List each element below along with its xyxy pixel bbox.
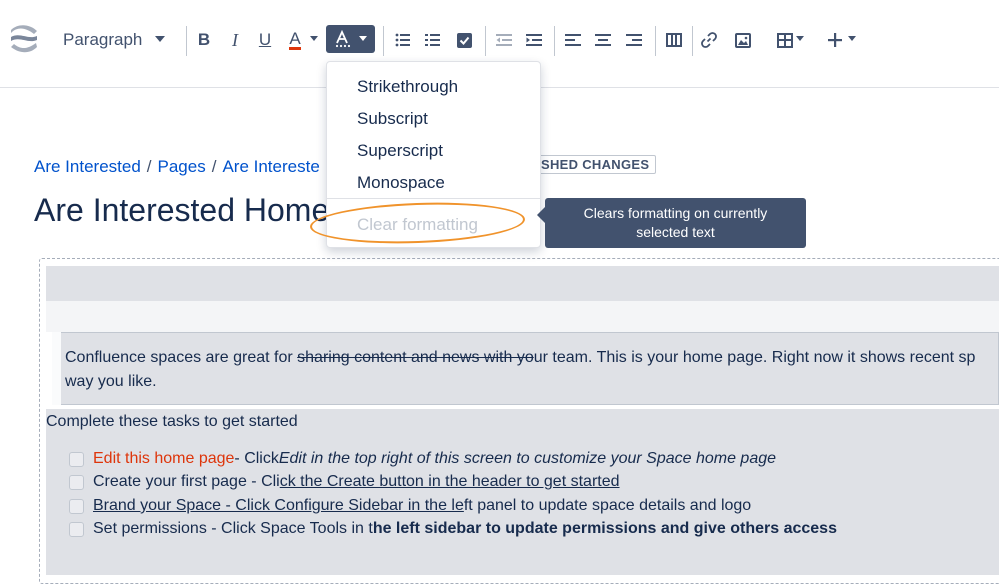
menu-item-subscript[interactable]: Subscript [357,109,428,129]
align-left-icon [565,34,581,46]
italic-button[interactable]: I [228,27,242,53]
outdent-icon [496,34,512,46]
breadcrumb-separator: / [146,157,152,176]
insert-more-button[interactable] [827,27,843,53]
toolbar-divider [186,26,187,56]
menu-divider [327,198,540,199]
task-text[interactable]: ck the Create button in the header to ge… [280,473,620,491]
align-center-button[interactable] [595,27,611,53]
more-formatting-icon [335,30,351,48]
bullet-list-icon [395,33,410,47]
breadcrumb: Are Interested / Pages / Are Intereste [34,157,320,177]
align-left-button[interactable] [565,27,581,53]
toolbar-divider [692,26,693,56]
task-item: Set permissions - Click Space Tools in t… [69,518,837,540]
numbered-list-icon [425,34,440,46]
link-button[interactable] [701,27,717,53]
bullet-list-button[interactable] [395,27,411,53]
tooltip: Clears formatting on currently selected … [545,198,806,248]
content-header-band [46,266,999,301]
underline-button[interactable]: U [257,27,273,53]
numbered-list-button[interactable] [425,27,441,53]
menu-item-monospace[interactable]: Monospace [357,173,445,193]
more-formatting-button[interactable] [326,25,375,53]
task-text[interactable]: - Click [234,450,278,468]
toolbar-divider [554,26,555,56]
toolbar-divider [383,26,384,56]
task-list-button[interactable] [456,27,472,53]
align-right-button[interactable] [626,27,642,53]
intro-text: way you like. [65,373,157,390]
align-right-icon [626,34,642,46]
page-layout-button[interactable] [665,27,682,53]
task-item: Create your first page - Cli ck the Creat… [69,471,620,493]
image-button[interactable] [735,27,751,53]
table-icon [777,32,793,48]
content-spacer-band [46,301,999,332]
paragraph-style-select[interactable]: Paragraph [63,30,142,50]
task-checkbox[interactable] [69,521,84,537]
task-checkbox[interactable] [69,498,84,514]
breadcrumb-item[interactable]: Are Intereste [222,157,319,176]
chevron-down-icon[interactable] [796,36,804,41]
task-text[interactable]: Create your first page - Cli [93,473,280,491]
task-checkbox[interactable] [69,474,84,490]
tasks-heading[interactable]: Complete these tasks to get started [46,413,298,431]
task-item: Edit this home page - Click Edit in the … [69,448,776,470]
task-text[interactable]: Edit this home page [93,450,234,468]
text-color-label: A [289,28,301,50]
bold-button[interactable]: B [196,27,212,53]
intro-text: ur team. This is your home page. Right n… [533,349,976,366]
indent-button[interactable] [526,27,542,53]
task-text[interactable]: he left sidebar to update permissions an… [373,520,837,538]
task-text[interactable]: ft panel to update space details and log… [464,497,751,515]
tooltip-arrow [537,207,545,223]
page-layout-icon [665,33,682,47]
chevron-down-icon[interactable] [848,36,856,41]
task-text[interactable]: Set permissions - Click Space Tools in t [93,520,373,538]
indent-icon [526,34,542,46]
chevron-down-icon [359,36,367,41]
menu-item-superscript[interactable]: Superscript [357,141,443,161]
table-button[interactable] [777,27,793,53]
task-text[interactable]: Brand your Space - Click Configure Sideb… [93,497,464,515]
confluence-logo[interactable] [8,24,40,56]
insert-more-icon [828,33,842,47]
text-color-button[interactable]: A [286,27,304,53]
menu-item-strikethrough[interactable]: Strikethrough [357,77,458,97]
chevron-down-icon[interactable] [310,36,318,41]
link-icon [701,32,717,48]
tooltip-text: selected text [636,224,715,240]
breadcrumb-item[interactable]: Pages [158,157,206,176]
toolbar-divider [655,26,656,56]
intro-strikethrough-text: sharing content and news with yo [297,349,534,366]
task-text[interactable]: Edit in the top right of this screen to … [279,450,776,468]
image-icon [735,32,751,48]
breadcrumb-item[interactable]: Are Interested [34,157,141,176]
tooltip-text: Clears formatting on currently [583,205,768,221]
toolbar-divider [485,26,486,56]
outdent-button[interactable] [496,27,512,53]
task-checkbox[interactable] [69,451,84,467]
info-panel-accent [52,332,61,405]
breadcrumb-separator: / [211,157,217,176]
align-center-icon [595,34,611,46]
task-list-icon [456,32,472,48]
intro-text: Confluence spaces are great for [65,349,298,366]
info-panel-text[interactable]: Confluence spaces are great for sharing … [65,346,999,394]
page-title[interactable]: Are Interested Home [34,192,329,229]
chevron-down-icon[interactable] [155,36,165,42]
task-item: Brand your Space - Click Configure Sideb… [69,495,751,517]
